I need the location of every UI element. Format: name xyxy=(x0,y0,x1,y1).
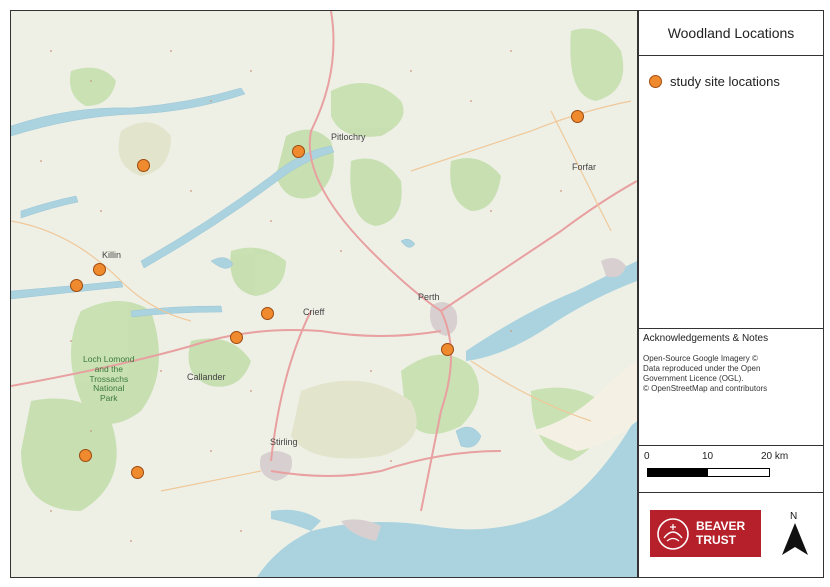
study-site-marker[interactable] xyxy=(441,343,454,356)
ack-line: Data reproduced under the Open xyxy=(643,364,761,373)
acknowledgements-text: Open-Source Google Imagery © Data reprod… xyxy=(643,354,819,394)
scale-tick-20: 20 km xyxy=(761,451,789,462)
ack-line: © OpenStreetMap and contributors xyxy=(643,384,768,393)
side-panel: Woodland Locations study site locations … xyxy=(638,10,824,578)
legend-item-study-sites: study site locations xyxy=(649,74,780,89)
beaver-trust-emblem-icon xyxy=(657,517,689,550)
study-site-legend-icon xyxy=(649,75,662,88)
map-view[interactable]: Pitlochry Forfar Killin Perth Crieff Cal… xyxy=(10,10,638,578)
study-site-marker[interactable] xyxy=(79,449,92,462)
place-label-forfar: Forfar xyxy=(572,162,597,172)
north-label: N xyxy=(790,511,798,522)
study-site-marker[interactable] xyxy=(131,466,144,479)
scale-bar: 0 10 20 km xyxy=(639,446,823,493)
study-site-marker[interactable] xyxy=(70,279,83,292)
scale-bar-black-segment xyxy=(648,469,708,476)
map-title: Woodland Locations xyxy=(639,11,823,56)
basemap xyxy=(11,11,637,577)
place-label-callander: Callander xyxy=(187,372,226,382)
study-site-marker[interactable] xyxy=(292,145,305,158)
study-site-marker[interactable] xyxy=(261,307,274,320)
logo-line: TRUST xyxy=(696,532,736,547)
north-arrow-icon xyxy=(782,523,808,555)
national-park-label: Loch Lomond and the Trossachs National P… xyxy=(83,354,135,404)
logo-wordmark: BEAVER TRUST xyxy=(696,518,746,548)
scale-tick-10: 10 xyxy=(702,451,714,462)
acknowledgements-panel: Acknowledgements & Notes Open-Source Goo… xyxy=(639,329,823,446)
logo-line: BEAVER xyxy=(696,518,746,533)
north-arrow: N xyxy=(780,511,810,563)
map-layout: Pitlochry Forfar Killin Perth Crieff Cal… xyxy=(0,0,830,587)
scale-tick-0: 0 xyxy=(644,451,650,462)
acknowledgements-heading: Acknowledgements & Notes xyxy=(643,333,769,344)
study-site-marker[interactable] xyxy=(571,110,584,123)
place-label-killin: Killin xyxy=(102,250,122,260)
place-label-perth: Perth xyxy=(418,292,440,302)
study-site-marker[interactable] xyxy=(93,263,106,276)
legend-label: study site locations xyxy=(670,74,780,89)
scale-bar-track xyxy=(647,468,770,477)
study-site-marker[interactable] xyxy=(230,331,243,344)
ack-line: Open-Source Google Imagery © xyxy=(643,354,758,363)
place-label-pitlochry: Pitlochry xyxy=(331,132,366,142)
beaver-trust-logo: BEAVER TRUST xyxy=(650,510,761,557)
legend: study site locations xyxy=(639,56,823,329)
place-label-crieff: Crieff xyxy=(303,307,325,317)
logo-area: BEAVER TRUST N xyxy=(639,493,823,577)
study-site-marker[interactable] xyxy=(137,159,150,172)
ack-line: Government Licence (OGL). xyxy=(643,374,744,383)
park-label-line: Park xyxy=(100,393,118,404)
place-label-stirling: Stirling xyxy=(270,437,298,447)
